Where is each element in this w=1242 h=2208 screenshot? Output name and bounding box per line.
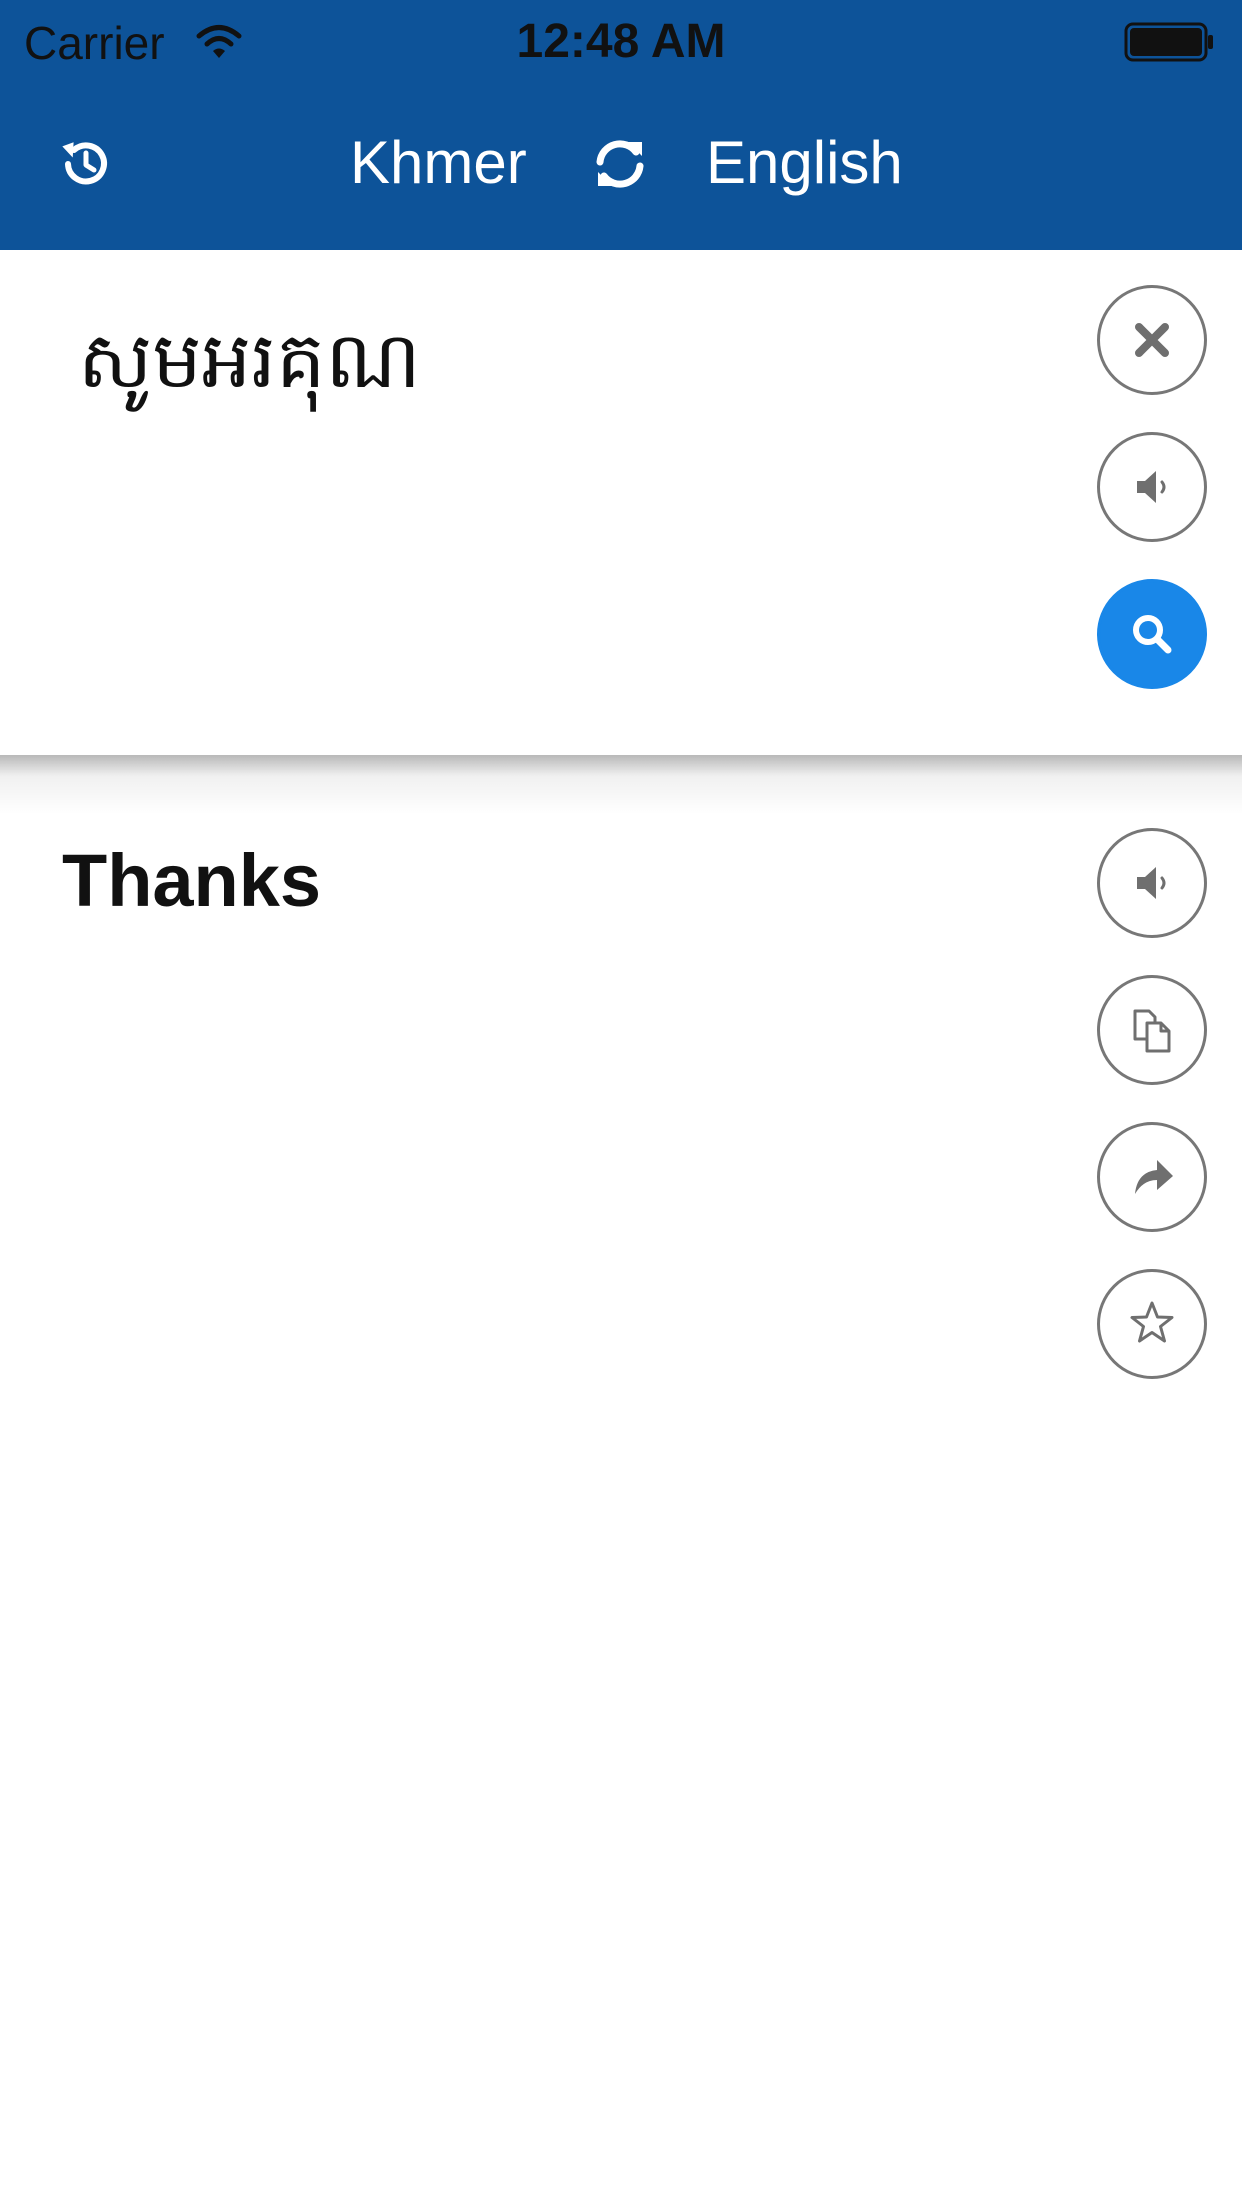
speak-source-button[interactable]	[1097, 432, 1207, 542]
favorite-button[interactable]	[1097, 1269, 1207, 1379]
star-icon	[1130, 1301, 1174, 1343]
source-language-selector[interactable]: Khmer	[350, 128, 527, 197]
status-time: 12:48 AM	[516, 15, 726, 68]
status-bar: Carrier 12:48 AM	[0, 0, 1242, 84]
speaker-icon	[1137, 867, 1166, 899]
share-button[interactable]	[1097, 1122, 1207, 1232]
target-language-selector[interactable]: English	[706, 128, 903, 197]
translate-search-button[interactable]	[1097, 579, 1207, 689]
history-icon[interactable]	[56, 134, 116, 194]
share-icon	[1135, 1160, 1173, 1194]
clear-button[interactable]	[1097, 285, 1207, 395]
search-icon	[1133, 615, 1172, 654]
close-icon	[1135, 323, 1169, 357]
speak-result-button[interactable]	[1097, 828, 1207, 938]
translation-result: Thanks	[62, 839, 322, 922]
nav-bar: Khmer English	[0, 84, 1242, 250]
panel-divider-shadow	[0, 755, 1242, 815]
source-text-input[interactable]: សូមអរគុណ	[78, 312, 421, 426]
input-panel: សូមអរគុណ	[0, 250, 1242, 755]
battery-icon	[1124, 22, 1213, 62]
header: Carrier 12:48 AM Khmer English	[0, 0, 1242, 250]
speaker-icon	[1137, 471, 1166, 503]
copy-button[interactable]	[1097, 975, 1207, 1085]
swap-icon[interactable]	[592, 136, 648, 192]
copy-icon	[1133, 1009, 1171, 1053]
